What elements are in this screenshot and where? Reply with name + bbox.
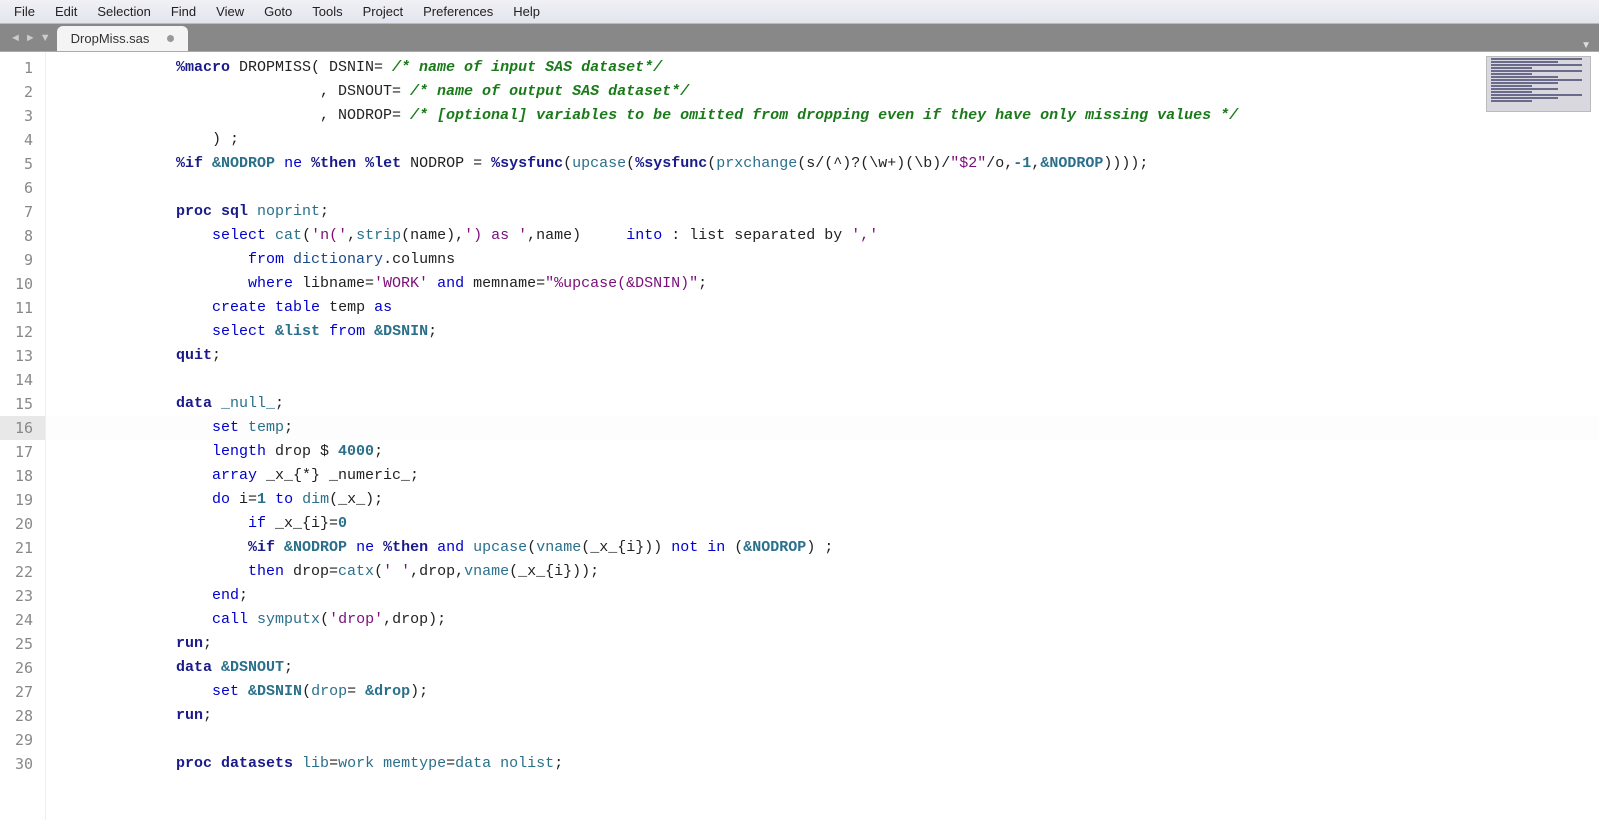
menu-goto[interactable]: Goto bbox=[254, 1, 302, 22]
code-line[interactable]: if _x_{i}=0 bbox=[46, 512, 1599, 536]
line-number: 30 bbox=[0, 752, 45, 776]
code-line[interactable]: %macro DROPMISS( DSNIN= /* name of input… bbox=[46, 56, 1599, 80]
code-line[interactable]: proc sql noprint; bbox=[46, 200, 1599, 224]
code-area[interactable]: %macro DROPMISS( DSNIN= /* name of input… bbox=[46, 52, 1599, 820]
menu-edit[interactable]: Edit bbox=[45, 1, 87, 22]
code-line[interactable]: run; bbox=[46, 632, 1599, 656]
line-number: 21 bbox=[0, 536, 45, 560]
line-number: 7 bbox=[0, 200, 45, 224]
code-line[interactable]: length drop $ 4000; bbox=[46, 440, 1599, 464]
code-line[interactable]: %if &NODROP ne %then and upcase(vname(_x… bbox=[46, 536, 1599, 560]
tab-label: DropMiss.sas bbox=[71, 31, 150, 46]
menu-file[interactable]: File bbox=[4, 1, 45, 22]
code-line[interactable] bbox=[46, 176, 1599, 200]
code-line[interactable]: where libname='WORK' and memname="%upcas… bbox=[46, 272, 1599, 296]
code-line[interactable]: run; bbox=[46, 704, 1599, 728]
menu-project[interactable]: Project bbox=[353, 1, 413, 22]
line-number: 14 bbox=[0, 368, 45, 392]
tab-modified-icon bbox=[167, 35, 174, 42]
line-number: 8 bbox=[0, 224, 45, 248]
line-number: 26 bbox=[0, 656, 45, 680]
tab-nav-arrows[interactable]: ◄ ► ▼ bbox=[4, 24, 57, 51]
line-number: 15 bbox=[0, 392, 45, 416]
menu-bar: FileEditSelectionFindViewGotoToolsProjec… bbox=[0, 0, 1599, 24]
line-number: 22 bbox=[0, 560, 45, 584]
code-line[interactable]: set &DSNIN(drop= &drop); bbox=[46, 680, 1599, 704]
line-number: 20 bbox=[0, 512, 45, 536]
line-number: 3 bbox=[0, 104, 45, 128]
code-line[interactable]: from dictionary.columns bbox=[46, 248, 1599, 272]
minimap[interactable] bbox=[1486, 56, 1591, 112]
code-line[interactable]: array _x_{*} _numeric_; bbox=[46, 464, 1599, 488]
nav-left-icon[interactable]: ◄ bbox=[10, 32, 21, 44]
nav-dropdown-icon[interactable]: ▼ bbox=[40, 32, 51, 44]
code-line[interactable]: end; bbox=[46, 584, 1599, 608]
code-line[interactable]: , DSNOUT= /* name of output SAS dataset*… bbox=[46, 80, 1599, 104]
line-number: 10 bbox=[0, 272, 45, 296]
code-line[interactable]: select &list from &DSNIN; bbox=[46, 320, 1599, 344]
code-line[interactable]: set temp; bbox=[46, 416, 1599, 440]
line-number: 24 bbox=[0, 608, 45, 632]
tab-strip: ◄ ► ▼ DropMiss.sas ▼ bbox=[0, 24, 1599, 52]
code-line[interactable]: create table temp as bbox=[46, 296, 1599, 320]
line-number: 25 bbox=[0, 632, 45, 656]
line-number: 11 bbox=[0, 296, 45, 320]
code-line[interactable] bbox=[46, 728, 1599, 752]
line-number: 28 bbox=[0, 704, 45, 728]
menu-view[interactable]: View bbox=[206, 1, 254, 22]
line-number: 5 bbox=[0, 152, 45, 176]
code-line[interactable]: , NODROP= /* [optional] variables to be … bbox=[46, 104, 1599, 128]
code-line[interactable]: select cat('n(',strip(name),') as ',name… bbox=[46, 224, 1599, 248]
code-line[interactable]: data _null_; bbox=[46, 392, 1599, 416]
code-line[interactable]: then drop=catx(' ',drop,vname(_x_{i})); bbox=[46, 560, 1599, 584]
line-number: 2 bbox=[0, 80, 45, 104]
code-line[interactable]: proc datasets lib=work memtype=data noli… bbox=[46, 752, 1599, 776]
menu-preferences[interactable]: Preferences bbox=[413, 1, 503, 22]
code-line[interactable]: do i=1 to dim(_x_); bbox=[46, 488, 1599, 512]
line-number: 29 bbox=[0, 728, 45, 752]
line-number: 1 bbox=[0, 56, 45, 80]
code-line[interactable]: quit; bbox=[46, 344, 1599, 368]
line-number: 16 bbox=[0, 416, 45, 440]
line-number: 27 bbox=[0, 680, 45, 704]
code-line[interactable]: ) ; bbox=[46, 128, 1599, 152]
line-number: 6 bbox=[0, 176, 45, 200]
code-line[interactable]: data &DSNOUT; bbox=[46, 656, 1599, 680]
code-line[interactable]: call symputx('drop',drop); bbox=[46, 608, 1599, 632]
code-line[interactable]: %if &NODROP ne %then %let NODROP = %sysf… bbox=[46, 152, 1599, 176]
line-number: 19 bbox=[0, 488, 45, 512]
line-number: 18 bbox=[0, 464, 45, 488]
tab-overflow[interactable]: ▼ bbox=[188, 40, 1599, 51]
editor[interactable]: 1234567891011121314151617181920212223242… bbox=[0, 52, 1599, 820]
line-number: 12 bbox=[0, 320, 45, 344]
menu-find[interactable]: Find bbox=[161, 1, 206, 22]
line-number: 9 bbox=[0, 248, 45, 272]
menu-selection[interactable]: Selection bbox=[87, 1, 160, 22]
nav-right-icon[interactable]: ► bbox=[25, 32, 36, 44]
line-gutter: 1234567891011121314151617181920212223242… bbox=[0, 52, 46, 820]
code-line[interactable] bbox=[46, 368, 1599, 392]
tab-dropmiss[interactable]: DropMiss.sas bbox=[57, 26, 189, 51]
line-number: 17 bbox=[0, 440, 45, 464]
line-number: 13 bbox=[0, 344, 45, 368]
menu-tools[interactable]: Tools bbox=[302, 1, 352, 22]
menu-help[interactable]: Help bbox=[503, 1, 550, 22]
line-number: 4 bbox=[0, 128, 45, 152]
line-number: 23 bbox=[0, 584, 45, 608]
